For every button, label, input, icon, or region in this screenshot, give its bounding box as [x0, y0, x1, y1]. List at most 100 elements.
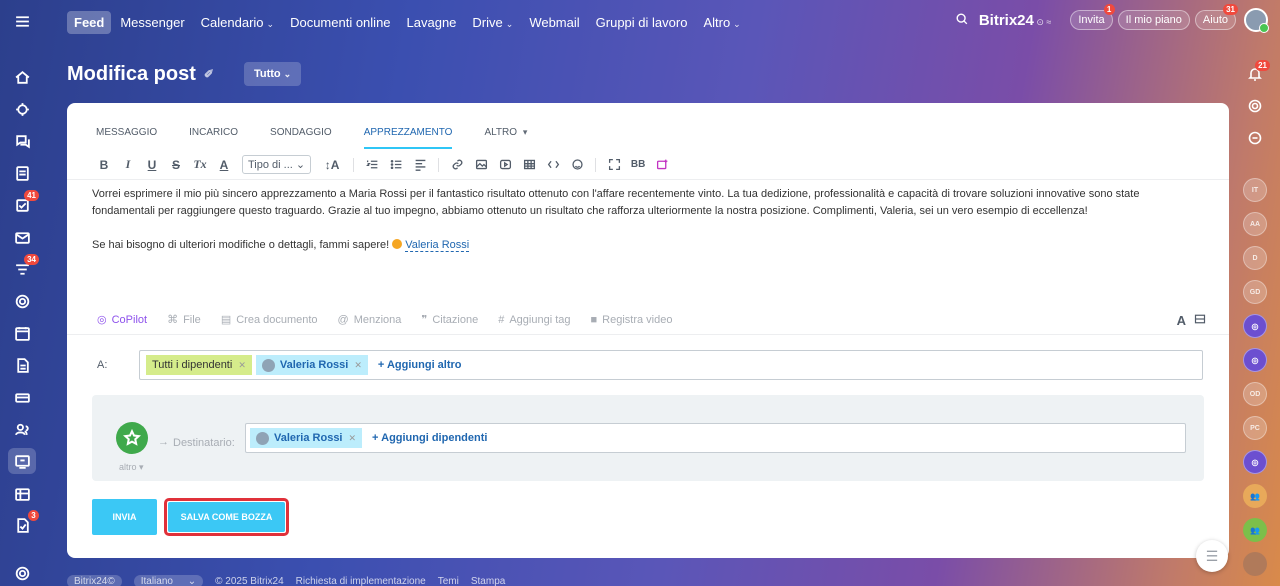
copilot-image-icon[interactable]	[650, 158, 674, 171]
text-color-button[interactable]: A	[212, 158, 236, 172]
user-avatar[interactable]	[1244, 8, 1269, 33]
link-icon[interactable]	[445, 158, 469, 171]
calendar-icon[interactable]	[8, 320, 36, 346]
home-icon[interactable]	[8, 64, 36, 90]
language-selector[interactable]: Italiano ⌄	[133, 575, 204, 586]
group-chat-icon[interactable]: 👥	[1243, 518, 1267, 542]
feed-icon[interactable]	[8, 160, 36, 186]
crm-icon[interactable]	[8, 288, 36, 314]
brand-logo[interactable]: Bitrix24 ⊙ ≈	[979, 12, 1052, 29]
tab-appreciation[interactable]: APPREZZAMENTO	[363, 127, 452, 149]
nav-webmail[interactable]: Webmail	[522, 11, 586, 34]
add-recipient-link[interactable]: + Aggiungi altro	[378, 359, 462, 371]
mention-button[interactable]: @ Menziona	[338, 314, 402, 326]
bbcode-button[interactable]: BB	[626, 159, 650, 170]
recent-chat-avatar[interactable]: D	[1243, 246, 1267, 270]
user-mention[interactable]: Valeria Rossi	[405, 239, 470, 252]
code-icon[interactable]	[541, 158, 565, 171]
nav-feed[interactable]: Feed	[67, 10, 112, 34]
nav-more[interactable]: Altro ⌄	[696, 11, 747, 34]
gratitude-recipient-field[interactable]: Valeria Rossi ✕ + Aggiungi dipendenti	[245, 423, 1186, 453]
copilot-icon[interactable]	[8, 96, 36, 122]
tab-more[interactable]: ALTRO ▾	[484, 127, 527, 149]
footer-print-link[interactable]: Stampa	[471, 576, 505, 586]
messenger-icon[interactable]	[8, 128, 36, 154]
send-button[interactable]: INVIA	[92, 499, 157, 535]
message-editor[interactable]: Vorrei esprimere il mio più sincero appr…	[67, 180, 1229, 305]
add-employees-link[interactable]: + Aggiungi dipendenti	[372, 432, 487, 444]
recent-chat-avatar[interactable]: PC	[1243, 416, 1267, 440]
font-size-button[interactable]: ↕A	[317, 158, 347, 172]
workgroups-icon[interactable]	[8, 480, 36, 506]
save-draft-button[interactable]: SALVA COME BOZZA	[168, 502, 285, 532]
workflows-icon[interactable]: 3	[8, 510, 39, 538]
gratitude-chip-user[interactable]: Valeria Rossi ✕	[250, 428, 363, 448]
footer-request-link[interactable]: Richiesta di implementazione	[296, 576, 426, 586]
nav-online-documents[interactable]: Documenti online	[283, 11, 397, 34]
close-icon[interactable]: ✕	[354, 360, 362, 371]
nav-drive[interactable]: Drive ⌄	[465, 11, 520, 34]
nav-messenger[interactable]: Messenger	[113, 11, 191, 34]
nav-calendar[interactable]: Calendario ⌄	[194, 11, 281, 34]
search-icon[interactable]	[955, 12, 969, 29]
invite-button[interactable]: Invita 1	[1070, 4, 1115, 30]
group-chat-icon[interactable]: 👥	[1243, 484, 1267, 508]
file-button[interactable]: ⌘ File	[167, 313, 201, 327]
panel-toggle-icon[interactable]	[1194, 313, 1206, 328]
footer-brand[interactable]: Bitrix24©	[67, 575, 122, 586]
nav-boards[interactable]: Lavagne	[400, 11, 464, 34]
tasks-icon[interactable]: 41	[8, 190, 39, 218]
badge-more-dropdown[interactable]: altro ▾	[119, 462, 144, 473]
notifications-icon[interactable]: 21	[1243, 60, 1270, 86]
recent-chat-avatar[interactable]: AA	[1243, 212, 1267, 236]
recipient-chip-user[interactable]: Valeria Rossi ✕	[255, 355, 368, 375]
tab-message[interactable]: MESSAGGIO	[96, 127, 157, 149]
crm-tracker-icon[interactable]	[1243, 94, 1267, 118]
employees-icon[interactable]	[8, 416, 36, 442]
close-icon[interactable]: ✕	[349, 433, 357, 444]
pin-icon[interactable]: ✐	[204, 67, 214, 81]
align-icon[interactable]	[408, 158, 432, 171]
copilot-button[interactable]: ◎ CoPilot	[97, 313, 147, 327]
filter-icon[interactable]: 34	[8, 254, 39, 282]
recent-chat-avatar[interactable]: GD	[1243, 280, 1267, 304]
copilot-chat-icon[interactable]: ◎	[1243, 314, 1267, 338]
strikethrough-button[interactable]: S	[164, 158, 188, 172]
help-button[interactable]: Aiuto 31	[1194, 4, 1238, 30]
quote-button[interactable]: ❞ Citazione	[421, 313, 478, 327]
sites-icon[interactable]	[8, 448, 36, 474]
recipients-field[interactable]: Tutti i dipendenti ✕ Valeria Rossi ✕ + Agg…	[139, 350, 1203, 380]
bullet-list-icon[interactable]	[384, 158, 408, 171]
user-chat-avatar[interactable]	[1243, 552, 1267, 576]
numbered-list-icon[interactable]	[360, 158, 384, 171]
create-document-button[interactable]: ▤ Crea documento	[221, 313, 318, 327]
close-icon[interactable]: ✕	[238, 360, 246, 371]
image-icon[interactable]	[469, 158, 493, 171]
italic-button[interactable]: I	[116, 157, 140, 172]
text-format-toggle[interactable]: A	[1177, 313, 1186, 328]
recipient-chip-all-employees[interactable]: Tutti i dipendenti ✕	[146, 355, 252, 375]
paragraph-style-select[interactable]: Tipo di ... ⌄	[242, 155, 312, 174]
nav-workgroups[interactable]: Gruppi di lavoro	[589, 11, 695, 34]
fullscreen-icon[interactable]	[602, 158, 626, 171]
clear-format-button[interactable]: Tx	[188, 157, 212, 172]
bold-button[interactable]: B	[92, 158, 116, 172]
add-tag-button[interactable]: # Aggiungi tag	[498, 314, 570, 326]
settings-icon[interactable]	[8, 560, 36, 586]
list-icon[interactable]: ☰	[1196, 540, 1228, 572]
tab-task[interactable]: INCARICO	[189, 127, 238, 149]
emoji-icon[interactable]	[565, 158, 589, 171]
filter-dropdown[interactable]: Tutto ⌄	[243, 62, 302, 86]
record-video-button[interactable]: ■ Registra video	[591, 314, 673, 326]
recent-chat-avatar[interactable]: IT	[1243, 178, 1267, 202]
drive-icon[interactable]	[8, 384, 36, 410]
table-icon[interactable]	[517, 158, 541, 171]
tab-poll[interactable]: SONDAGGIO	[270, 127, 332, 149]
copilot-chat-icon[interactable]: ◎	[1243, 348, 1267, 372]
video-icon[interactable]	[493, 158, 517, 171]
underline-button[interactable]: U	[140, 158, 164, 172]
badge-selector[interactable]	[116, 422, 148, 454]
chat-icon[interactable]	[1243, 126, 1267, 150]
footer-themes-link[interactable]: Temi	[438, 576, 459, 586]
menu-icon[interactable]	[8, 8, 36, 34]
